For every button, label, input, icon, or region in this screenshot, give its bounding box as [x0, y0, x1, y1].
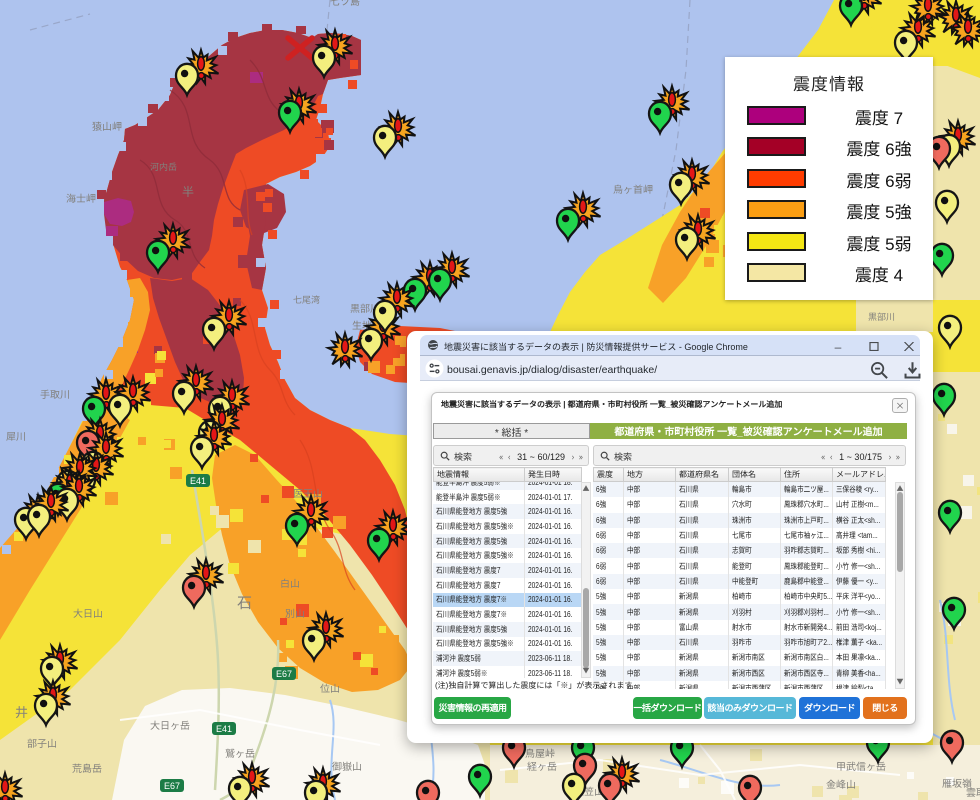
svg-text:猿山岬: 猿山岬: [92, 118, 122, 133]
svg-text:井: 井: [15, 702, 28, 721]
svg-text:鷲ヶ岳: 鷲ヶ岳: [225, 745, 255, 760]
svg-text:手取川: 手取川: [40, 386, 70, 401]
svg-text:河内岳: 河内岳: [150, 160, 177, 173]
svg-text:大日ヶ岳: 大日ヶ岳: [150, 717, 190, 732]
svg-text:雲取山: 雲取山: [966, 784, 980, 799]
svg-text:犀川: 犀川: [6, 428, 26, 443]
svg-text:E67: E67: [276, 667, 292, 680]
svg-text:白山: 白山: [280, 575, 300, 590]
svg-text:七尾湾: 七尾湾: [293, 293, 320, 306]
svg-text:部子山: 部子山: [27, 735, 57, 750]
svg-text:石: 石: [237, 592, 252, 613]
svg-text:半: 半: [182, 183, 194, 200]
svg-text:七ツ島: 七ツ島: [330, 0, 360, 8]
svg-text:経ヶ岳: 経ヶ岳: [527, 758, 557, 773]
svg-text:位山: 位山: [320, 680, 340, 695]
svg-text:E41: E41: [190, 474, 206, 487]
svg-text:黒部川: 黒部川: [868, 310, 895, 323]
svg-text:金峰山: 金峰山: [826, 776, 856, 791]
svg-text:烏ヶ首岬: 烏ヶ首岬: [613, 181, 653, 196]
svg-text:E41: E41: [216, 722, 232, 735]
svg-text:海士岬: 海士岬: [66, 190, 96, 205]
svg-text:別山: 別山: [285, 605, 305, 620]
svg-text:医王山: 医王山: [293, 485, 323, 500]
svg-text:荒島岳: 荒島岳: [72, 760, 102, 775]
svg-text:E67: E67: [164, 779, 180, 792]
svg-text:大日山: 大日山: [73, 605, 103, 620]
svg-text:御嶽山: 御嶽山: [332, 758, 362, 773]
